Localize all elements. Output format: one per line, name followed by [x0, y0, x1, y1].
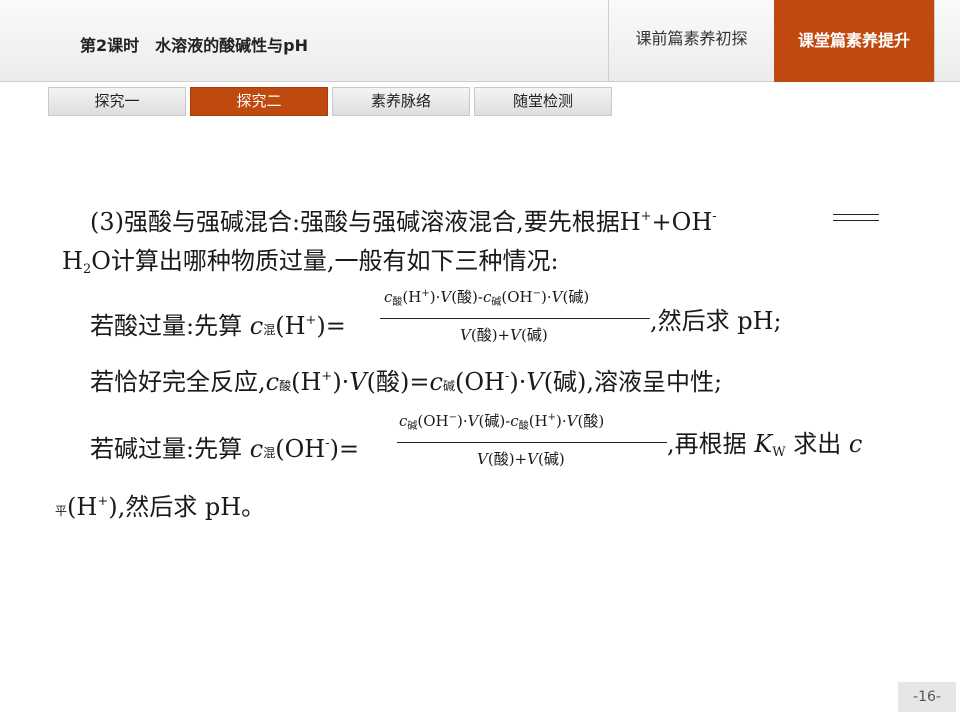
content-line-4: 若恰好完全反应,c酸(H+)·V(酸)=c碱(OH-)·V(碱),溶液呈中性;	[90, 368, 723, 396]
fraction-acid-excess-numerator: c酸(H+)·V(酸)-c碱(OH−)·V(碱)	[384, 288, 590, 308]
content-line-3-end: ,然后求 pH;	[650, 307, 782, 335]
subtab-in-class-test[interactable]: 随堂检测	[474, 87, 612, 116]
page-number: -16-	[898, 682, 956, 712]
content-line-3: 若酸过量:先算 c混(H+)=	[90, 312, 346, 340]
header-bar: 第2课时 水溶液的酸碱性与pH 课前篇素养初探 课堂篇素养提升	[0, 0, 960, 82]
fraction-base-excess-bar	[397, 442, 667, 443]
fraction-base-excess-denominator: V(酸)+V(碱)	[477, 450, 565, 468]
subtab-explore-1[interactable]: 探究一	[48, 87, 186, 116]
nav-tab-pre-class[interactable]: 课前篇素养初探	[608, 0, 774, 82]
nav-tab-in-class[interactable]: 课堂篇素养提升	[774, 0, 934, 82]
lesson-title: 第2课时 水溶液的酸碱性与pH	[80, 36, 308, 55]
equation-arrow-line-bottom	[833, 220, 879, 221]
content-line-5: 若碱过量:先算 c混(OH-)=	[90, 435, 360, 463]
subtab-literacy-context[interactable]: 素养脉络	[332, 87, 470, 116]
fraction-acid-excess-denominator: V(酸)+V(碱)	[460, 326, 548, 344]
fraction-base-excess-numerator: c碱(OH−)·V(碱)-c酸(H+)·V(酸)	[399, 412, 605, 432]
header-divider	[934, 0, 935, 82]
fraction-base-excess: c碱(OH−)·V(碱)-c酸(H+)·V(酸) V(酸)+V(碱)	[397, 410, 667, 474]
content-line-1: (3)强酸与强碱混合:强酸与强碱溶液混合,要先根据H++OH-	[90, 208, 717, 236]
fraction-acid-excess-bar	[380, 318, 650, 319]
content-line-5-end: ,再根据 KW 求出 c	[667, 430, 863, 460]
fraction-acid-excess: c酸(H+)·V(酸)-c碱(OH−)·V(碱) V(酸)+V(碱)	[380, 286, 650, 350]
content-line-6: 平(H+),然后求 pH。	[55, 493, 266, 521]
content-line-2: H2O计算出哪种物质过量,一般有如下三种情况:	[62, 247, 559, 277]
equation-arrow-line-top	[833, 214, 879, 215]
subtab-explore-2[interactable]: 探究二	[190, 87, 328, 116]
